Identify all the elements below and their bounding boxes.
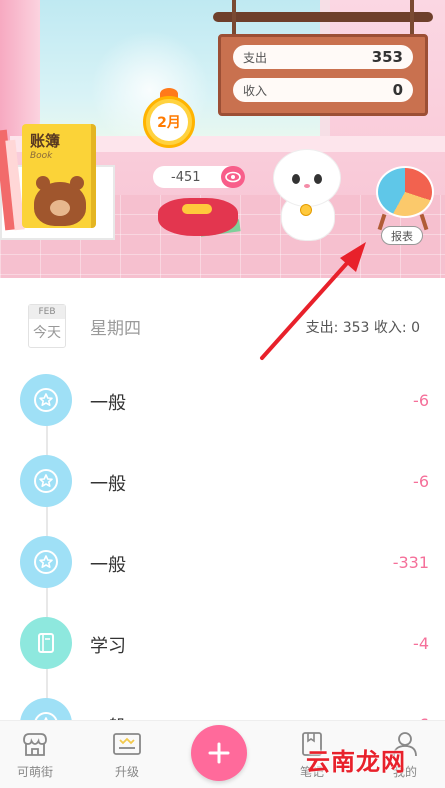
balance-value: -451 <box>171 169 201 185</box>
expense-summary: 支出 353 <box>233 45 413 69</box>
calendar-day: 今天 <box>33 325 61 341</box>
nav-label-shop: 可萌街 <box>16 765 53 779</box>
transaction-amount: -331 <box>392 553 429 572</box>
summary-sign[interactable]: 支出 353 收入 0 <box>218 34 428 116</box>
star-icon <box>20 455 72 507</box>
transaction-row[interactable]: 一般 -6 <box>0 452 445 512</box>
star-icon <box>20 374 72 426</box>
transaction-row[interactable]: 一般 -331 <box>0 533 445 593</box>
shop-icon <box>23 733 47 756</box>
transaction-row[interactable]: 一般 -6 <box>0 371 445 431</box>
book-subtitle: Book <box>30 151 53 161</box>
account-book[interactable]: 账簿 Book <box>22 124 96 228</box>
home-illustration: 支出 353 收入 0 2月 账簿 Book -451 报表 <box>0 0 445 278</box>
weekday-label: 星期四 <box>90 319 141 339</box>
transaction-amount: -6 <box>413 391 429 410</box>
star-icon <box>20 536 72 588</box>
day-summary: 支出: 353 收入: 0 <box>305 320 420 336</box>
expense-value: 353 <box>371 48 403 66</box>
book-icon <box>20 617 72 669</box>
bell-icon <box>300 204 312 216</box>
sign-hanger <box>213 12 433 22</box>
plus-icon <box>208 742 230 764</box>
transaction-category: 一般 <box>90 555 126 576</box>
book-title: 账簿 <box>30 132 61 150</box>
transaction-category: 学习 <box>90 636 126 657</box>
nav-item-shop[interactable]: 可萌街 <box>0 731 70 780</box>
date-header: FEB 今天 星期四 支出: 353 收入: 0 <box>0 300 445 352</box>
add-record-button[interactable] <box>191 725 247 781</box>
expense-label: 支出 <box>243 50 268 65</box>
nav-item-upgrade[interactable]: 升级 <box>92 731 162 780</box>
month-label: 2月 <box>150 103 188 141</box>
report-button[interactable]: 报表 <box>381 226 423 245</box>
watermark-text: 云南龙网 <box>306 748 406 776</box>
wallet-icon[interactable] <box>158 198 238 236</box>
transaction-amount: -4 <box>413 634 429 653</box>
income-summary: 收入 0 <box>233 78 413 102</box>
eye-icon[interactable] <box>221 166 245 188</box>
month-selector[interactable]: 2月 <box>143 96 195 148</box>
upgrade-card-icon <box>113 733 141 755</box>
transaction-amount: -6 <box>413 472 429 491</box>
calendar-icon: FEB 今天 <box>28 304 66 348</box>
calendar-month: FEB <box>29 305 65 319</box>
bear-icon <box>34 176 86 226</box>
transaction-category: 一般 <box>90 393 126 414</box>
nav-label-upgrade: 升级 <box>114 765 139 779</box>
cat-mascot[interactable] <box>272 150 342 240</box>
balance-pill: -451 <box>153 166 245 188</box>
income-value: 0 <box>392 81 403 99</box>
pie-chart-icon[interactable] <box>376 166 434 218</box>
transaction-category: 一般 <box>90 474 126 495</box>
income-label: 收入 <box>243 83 268 98</box>
transaction-row[interactable]: 学习 -4 <box>0 614 445 674</box>
